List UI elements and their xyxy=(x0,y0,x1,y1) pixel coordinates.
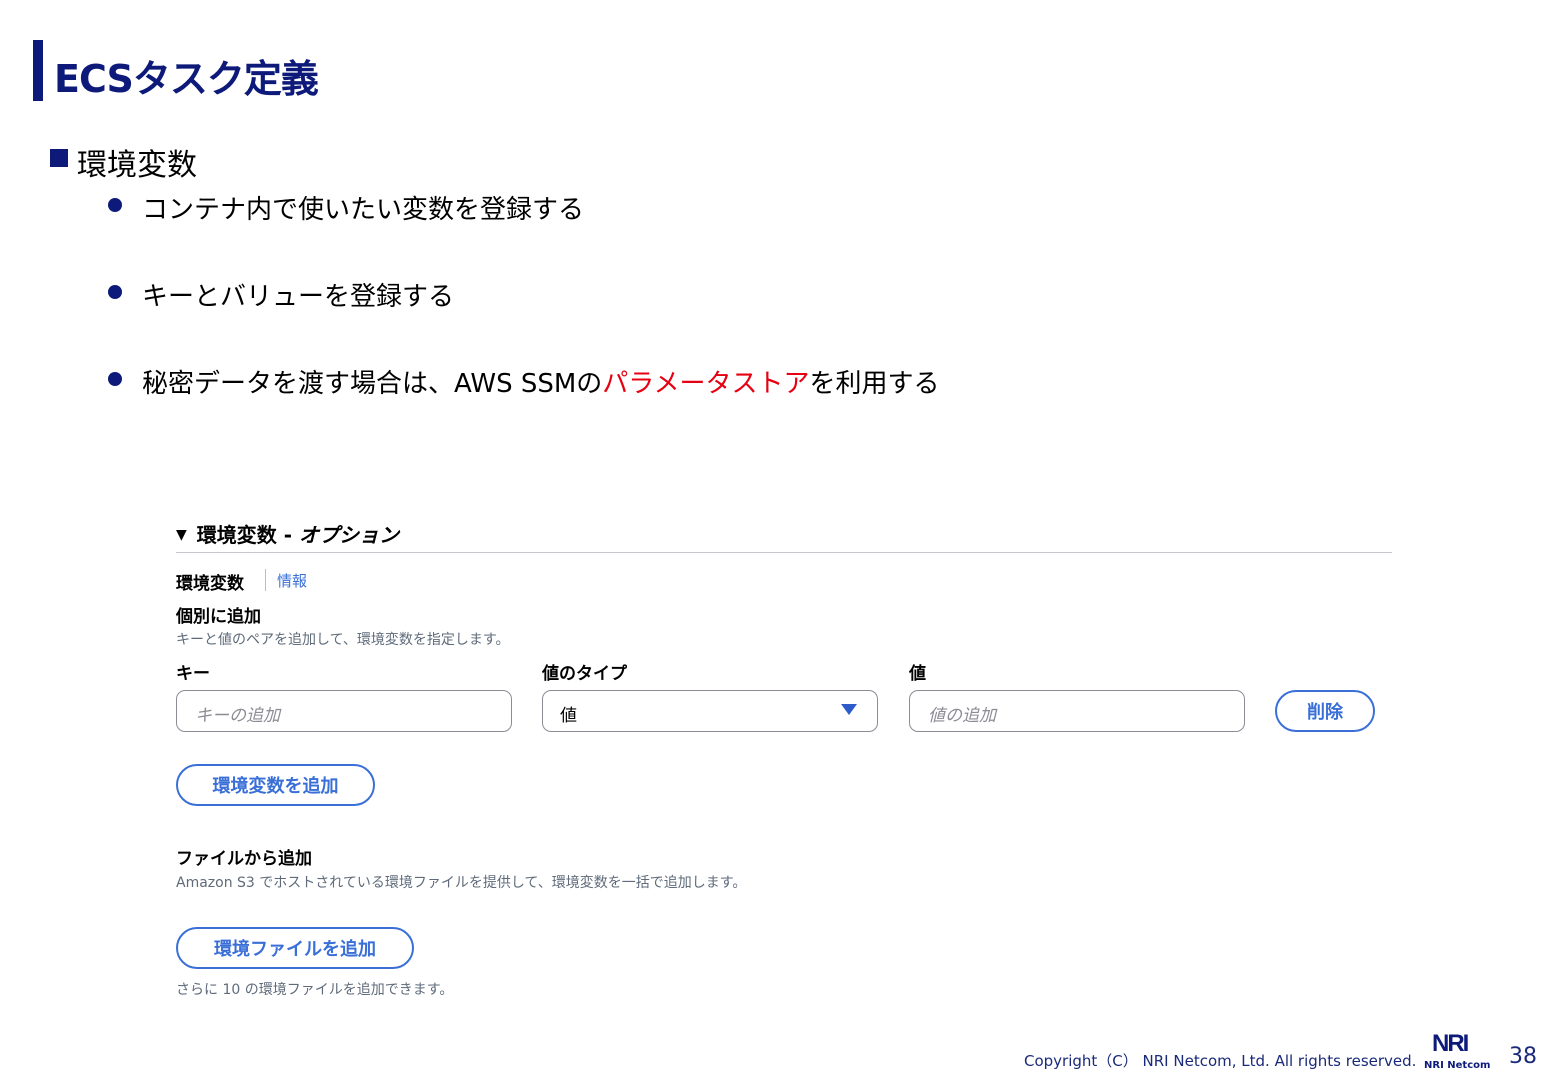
dropdown-caret-icon xyxy=(841,704,857,715)
column-key-label: キー xyxy=(176,664,210,684)
bullet-item-3: 秘密データを渡す場合は、AWS SSMのパラメータストアを利用する xyxy=(142,363,940,400)
section-divider xyxy=(176,552,1392,553)
page-number: 38 xyxy=(1509,1044,1537,1069)
title-accent-bar xyxy=(33,40,43,101)
file-remaining-note: さらに 10 の環境ファイルを追加できます。 xyxy=(176,982,454,998)
env-label: 環境変数 xyxy=(176,574,244,594)
value-type-select[interactable]: 値 xyxy=(542,690,878,732)
file-add-description: Amazon S3 でホストされている環境ファイルを提供して、環境変数を一括で追… xyxy=(176,875,747,891)
bullet-item-2: キーとバリューを登録する xyxy=(142,282,455,312)
env-section-option: オプション xyxy=(299,523,400,547)
value-type-selected: 値 xyxy=(560,706,577,726)
copyright-text: Copyright（C） NRI Netcom, Ltd. All rights… xyxy=(1024,1052,1417,1070)
add-env-variable-button[interactable]: 環境変数を追加 xyxy=(176,764,375,806)
key-input-placeholder: キーの追加 xyxy=(195,706,280,726)
nri-logo-text: NRI Netcom xyxy=(1424,1060,1491,1071)
individual-add-heading: 個別に追加 xyxy=(176,607,261,627)
delete-button[interactable]: 削除 xyxy=(1275,690,1375,732)
section-title: 環境変数 xyxy=(77,148,197,183)
bullet-dot-icon xyxy=(108,198,122,212)
add-env-file-button[interactable]: 環境ファイルを追加 xyxy=(176,927,414,969)
env-section-toggle[interactable]: ▼ 環境変数 - オプション xyxy=(176,519,399,548)
file-add-heading: ファイルから追加 xyxy=(176,849,312,869)
bullet-item-1: コンテナ内で使いたい変数を登録する xyxy=(142,195,585,225)
highlight-parameter-store: パラメータストア xyxy=(602,369,810,399)
column-value-type-label: 値のタイプ xyxy=(542,664,627,684)
value-input-placeholder: 値の追加 xyxy=(928,706,996,726)
bullet-item-3-text: 秘密データを渡す場合は、AWS SSMの xyxy=(142,369,603,399)
key-input[interactable]: キーの追加 xyxy=(176,690,512,732)
env-section-label: 環境変数 xyxy=(196,523,277,547)
bullet-dot-icon xyxy=(108,372,122,386)
section-square-bullet-icon xyxy=(50,149,68,167)
bullet-item-3-text-end: を利用する xyxy=(809,369,940,399)
column-value-label: 値 xyxy=(909,664,926,684)
env-section-separator: - xyxy=(276,523,300,547)
bullet-dot-icon xyxy=(108,285,122,299)
caret-down-icon: ▼ xyxy=(176,527,187,543)
individual-add-description: キーと値のペアを追加して、環境変数を指定します。 xyxy=(176,632,510,648)
page-title: ECSタスク定義 xyxy=(54,57,319,101)
nri-logo-mark: NRI xyxy=(1432,1030,1469,1057)
info-divider xyxy=(265,569,266,591)
info-link[interactable]: 情報 xyxy=(277,570,307,591)
value-input[interactable]: 値の追加 xyxy=(909,690,1245,732)
nri-netcom-logo: NRI NRI Netcom xyxy=(1424,1030,1490,1072)
